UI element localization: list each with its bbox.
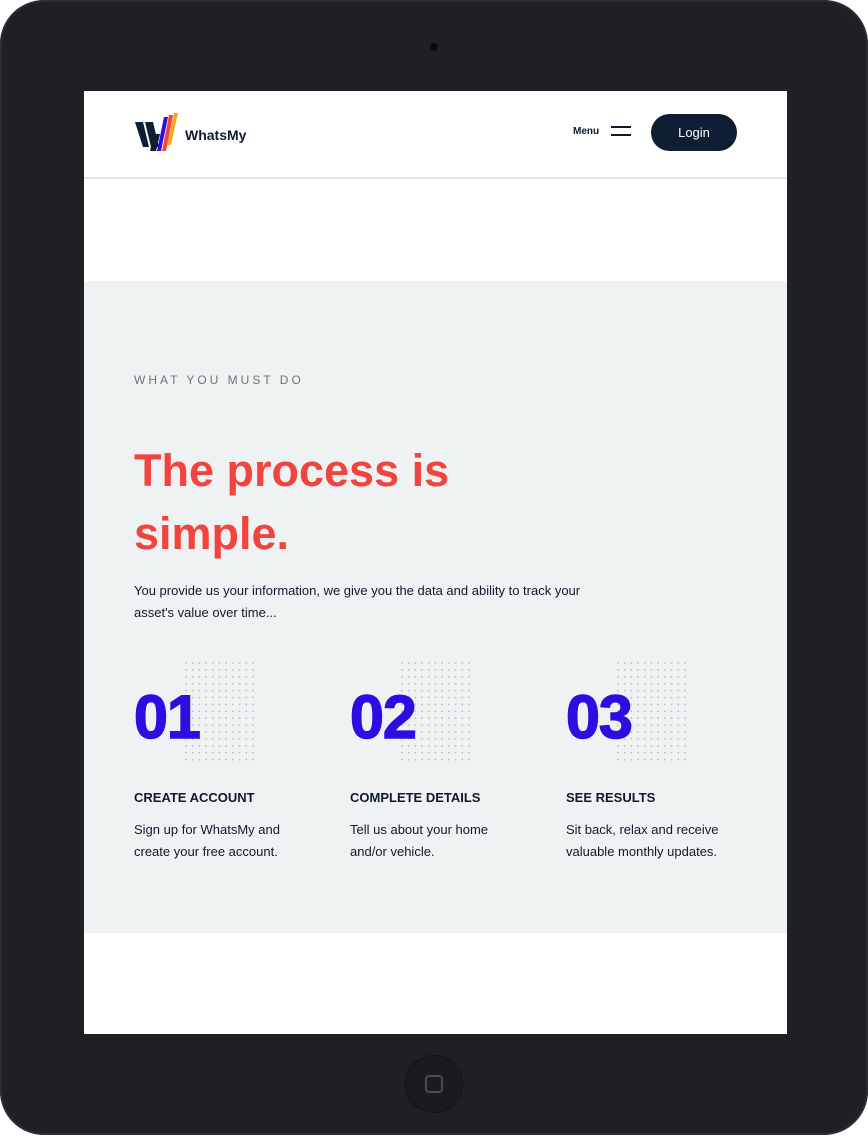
step-number: 02 [349,683,417,751]
site-header: WhatsMy Menu Login [84,91,787,179]
screen: WhatsMy Menu Login WHAT YOU MUST DO The … [84,91,787,1034]
step-text: Sign up for WhatsMy and create your free… [134,822,280,859]
tablet-frame: WhatsMy Menu Login WHAT YOU MUST DO The … [0,0,868,1135]
step-number: 03 [565,683,633,751]
hamburger-icon [611,125,632,137]
logo-text: WhatsMy [185,127,247,143]
section-eyebrow: WHAT YOU MUST DO [134,373,304,387]
step-text: Sit back, relax and receive valuable mon… [566,822,719,859]
step-title: SEE RESULTS [566,790,656,805]
home-button-icon [425,1075,443,1093]
step-number: 01 [133,683,201,751]
camera-icon [430,43,438,51]
whatsmy-logo-icon [135,113,178,151]
menu-label: Menu [573,125,600,137]
step-title: COMPLETE DETAILS [350,790,481,805]
section-heading: The process is simple. [134,445,450,559]
login-button[interactable]: Login [651,114,737,151]
logo[interactable]: WhatsMy [134,113,246,153]
process-section: WHAT YOU MUST DO The process is simple. … [84,281,787,933]
home-button[interactable] [405,1055,463,1113]
step-text: Tell us about your home and/or vehicle. [350,822,489,859]
step-title: CREATE ACCOUNT [134,790,255,805]
section-intro: You provide us your information, we give… [134,583,581,620]
menu-toggle[interactable]: Menu [573,125,632,137]
